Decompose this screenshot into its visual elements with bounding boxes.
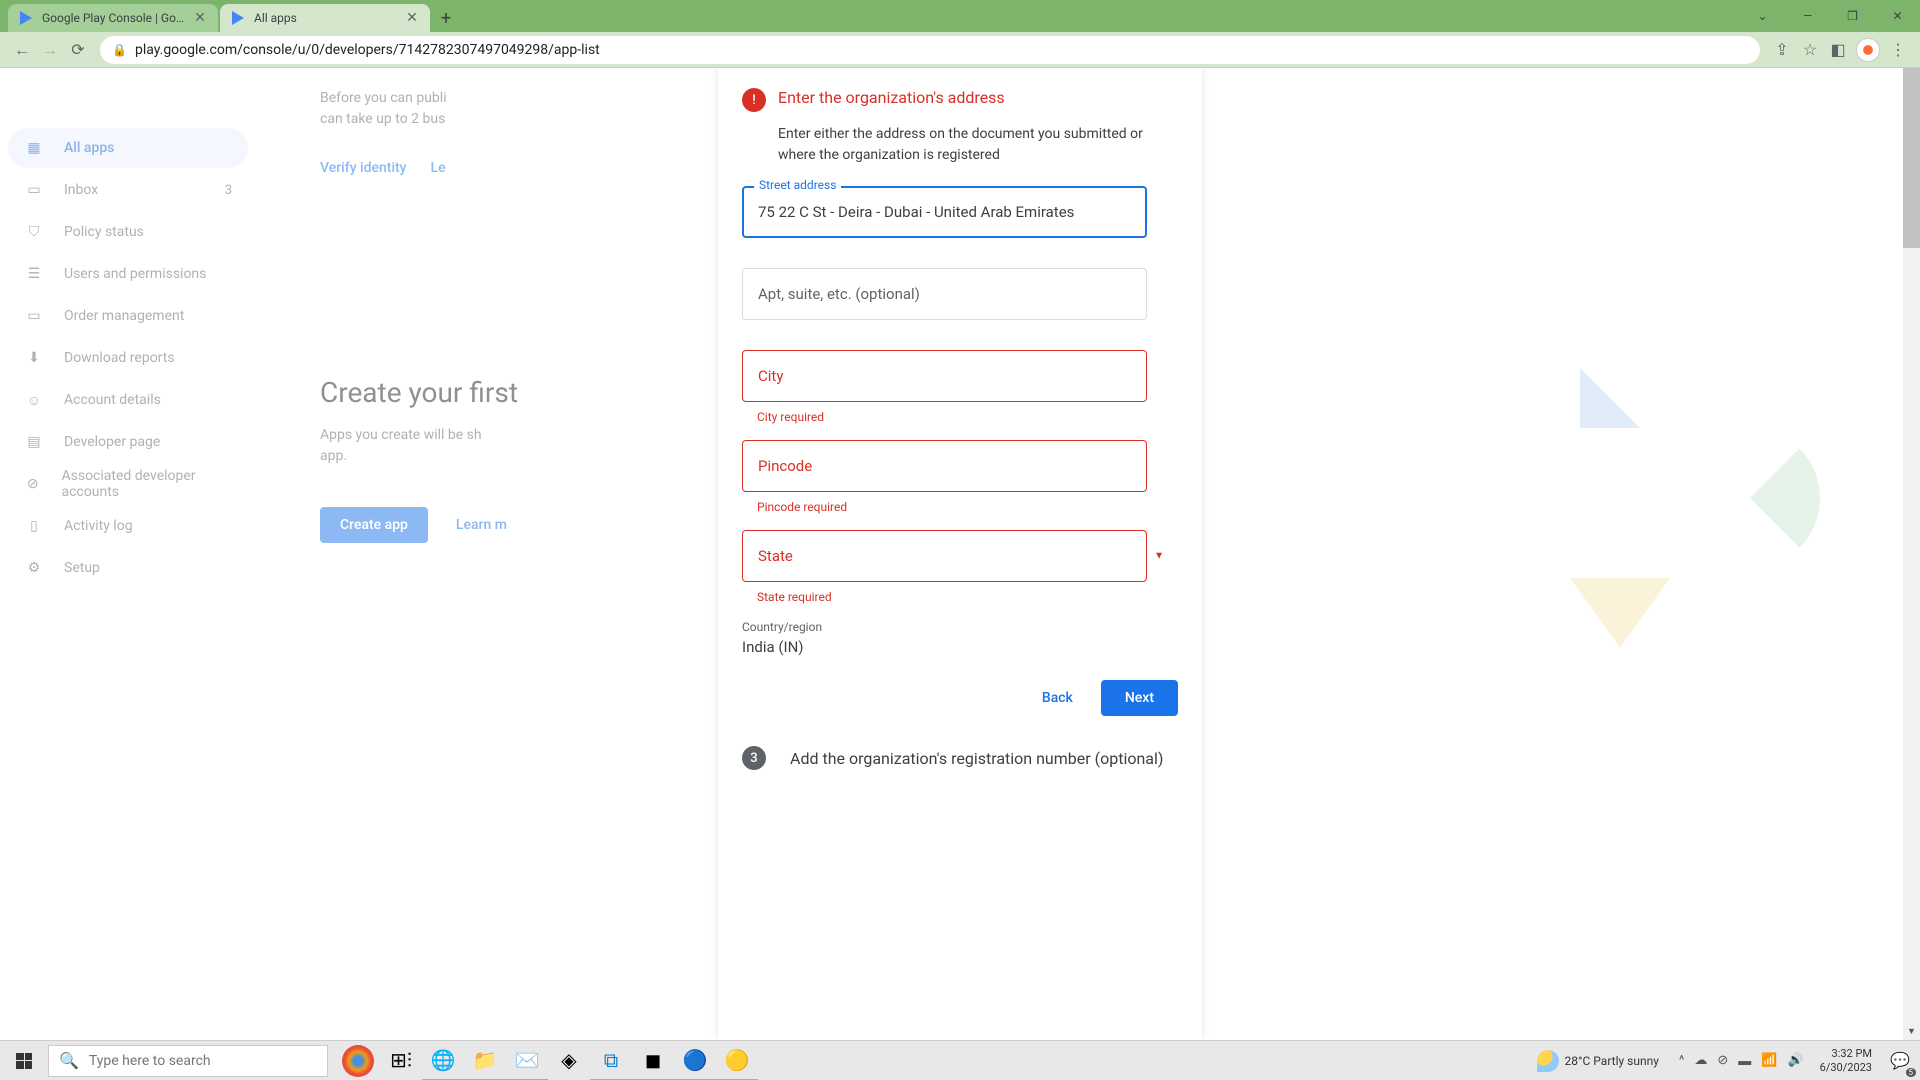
url-text: play.google.com/console/u/0/developers/7…	[135, 42, 600, 58]
close-window-button[interactable]: ✕	[1875, 0, 1920, 32]
forward-button[interactable]: →	[36, 36, 64, 64]
wifi-icon[interactable]: 📶	[1761, 1053, 1777, 1068]
city-field-wrap	[742, 350, 1178, 402]
system-tray[interactable]: ^ ☁ ⊘ ▬ 📶 🔊	[1671, 1053, 1812, 1069]
edge-icon[interactable]: 🌐	[422, 1041, 464, 1080]
back-button[interactable]: ←	[8, 36, 36, 64]
url-input[interactable]: 🔒 play.google.com/console/u/0/developers…	[100, 36, 1760, 64]
city-error: City required	[757, 410, 1178, 424]
weather-widget[interactable]: 28°C Partly sunny	[1537, 1050, 1659, 1072]
bookmark-icon[interactable]: ☆	[1796, 36, 1824, 64]
city-input[interactable]	[742, 350, 1147, 402]
vertical-scrollbar[interactable]: ▲ ▼	[1903, 68, 1920, 1040]
street-field-wrap: Street address	[742, 186, 1178, 238]
error-icon	[742, 88, 766, 112]
browser-tab[interactable]: Google Play Console | Google Pl ✕	[8, 4, 218, 32]
step3-number: 3	[742, 746, 766, 770]
windows-icon	[16, 1053, 32, 1069]
address-modal: Enter the organization's address Enter e…	[718, 68, 1202, 1040]
search-icon: 🔍	[59, 1051, 79, 1070]
step2-title: Enter the organization's address	[778, 88, 1178, 107]
back-button[interactable]: Back	[1022, 680, 1093, 716]
start-button[interactable]	[0, 1041, 48, 1080]
browser-tab-active[interactable]: All apps ✕	[220, 4, 430, 32]
step2-header: Enter the organization's address	[742, 88, 1178, 112]
cortana-icon[interactable]	[342, 1045, 374, 1077]
taskbar: 🔍 ⊞⫶ 🌐 📁 ✉️ ◈ ⧉ ◼ 🔵 🟡 28°C Partly sunny …	[0, 1040, 1920, 1080]
menu-icon[interactable]: ⋮	[1884, 36, 1912, 64]
chrome-icon[interactable]: 🔵	[674, 1041, 716, 1080]
sidepanel-icon[interactable]: ◧	[1824, 36, 1852, 64]
notification-center[interactable]: 💬 5	[1880, 1041, 1920, 1080]
close-icon[interactable]: ✕	[404, 10, 420, 26]
chevron-down-icon: ▼	[1154, 551, 1164, 562]
taskbar-clock[interactable]: 3:32 PM 6/30/2023	[1812, 1047, 1880, 1073]
clock-date: 6/30/2023	[1820, 1061, 1872, 1074]
step2-description: Enter either the address on the document…	[778, 124, 1178, 166]
step3-header: 3 Add the organization's registration nu…	[742, 746, 1178, 770]
modal-overlay: Enter the organization's address Enter e…	[0, 68, 1920, 1040]
sync-icon[interactable]: ⊘	[1717, 1053, 1728, 1068]
modal-actions: Back Next	[742, 680, 1178, 716]
tab-search-icon[interactable]: ⌄	[1740, 0, 1785, 32]
tray-chevron-icon[interactable]: ^	[1679, 1053, 1684, 1068]
window-controls: ⌄ — ❐ ✕	[1740, 0, 1920, 32]
mail-icon[interactable]: ✉️	[506, 1041, 548, 1080]
notification-badge: 5	[1906, 1068, 1917, 1077]
notification-icon: 💬	[1890, 1051, 1910, 1070]
pincode-field-wrap	[742, 440, 1178, 492]
page-content: ▦ All apps ▭ Inbox 3 ⛉ Policy status ☰ U…	[0, 68, 1920, 1040]
pincode-error: Pincode required	[757, 500, 1178, 514]
copilot-icon[interactable]: ◈	[548, 1041, 590, 1080]
extension-icon[interactable]	[1856, 38, 1880, 62]
country-value: India (IN)	[742, 638, 1178, 656]
reload-button[interactable]: ⟳	[64, 36, 92, 64]
task-view-icon[interactable]: ⊞⫶	[380, 1041, 422, 1080]
chrome-canary-icon[interactable]: 🟡	[716, 1041, 758, 1080]
scroll-down-icon[interactable]: ▼	[1903, 1023, 1920, 1040]
taskbar-search[interactable]: 🔍	[48, 1045, 328, 1077]
weather-desc: Partly sunny	[1593, 1054, 1659, 1068]
vscode-icon[interactable]: ⧉	[590, 1041, 632, 1080]
new-tab-button[interactable]: +	[432, 4, 460, 32]
play-favicon	[230, 10, 246, 26]
scrollbar-thumb[interactable]	[1903, 68, 1920, 248]
close-icon[interactable]: ✕	[192, 10, 208, 26]
tab-title: All apps	[254, 11, 398, 25]
volume-icon[interactable]: 🔊	[1787, 1053, 1803, 1068]
apt-field-wrap	[742, 268, 1178, 320]
battery-icon[interactable]: ▬	[1738, 1053, 1751, 1069]
figma-icon[interactable]: ◼	[632, 1041, 674, 1080]
onedrive-icon[interactable]: ☁	[1694, 1053, 1707, 1068]
search-input[interactable]	[89, 1053, 317, 1069]
street-label: Street address	[754, 178, 841, 192]
weather-temp: 28°C	[1565, 1054, 1591, 1068]
explorer-icon[interactable]: 📁	[464, 1041, 506, 1080]
country-label: Country/region	[742, 620, 1178, 634]
tab-title: Google Play Console | Google Pl	[42, 11, 186, 25]
lock-icon: 🔒	[112, 43, 127, 57]
browser-tab-strip: Google Play Console | Google Pl ✕ All ap…	[0, 0, 1920, 32]
next-button[interactable]: Next	[1101, 680, 1178, 716]
maximize-button[interactable]: ❐	[1830, 0, 1875, 32]
weather-icon	[1537, 1050, 1559, 1072]
clock-time: 3:32 PM	[1820, 1047, 1872, 1060]
address-bar: ← → ⟳ 🔒 play.google.com/console/u/0/deve…	[0, 32, 1920, 68]
play-favicon	[18, 10, 34, 26]
street-input[interactable]	[742, 186, 1147, 238]
share-icon[interactable]: ⇪	[1768, 36, 1796, 64]
state-error: State required	[757, 590, 1178, 604]
apt-input[interactable]	[742, 268, 1147, 320]
state-select[interactable]	[742, 530, 1147, 582]
minimize-button[interactable]: —	[1785, 0, 1830, 32]
pincode-input[interactable]	[742, 440, 1147, 492]
step3-title: Add the organization's registration numb…	[790, 749, 1178, 768]
state-field-wrap: ▼	[742, 530, 1178, 582]
